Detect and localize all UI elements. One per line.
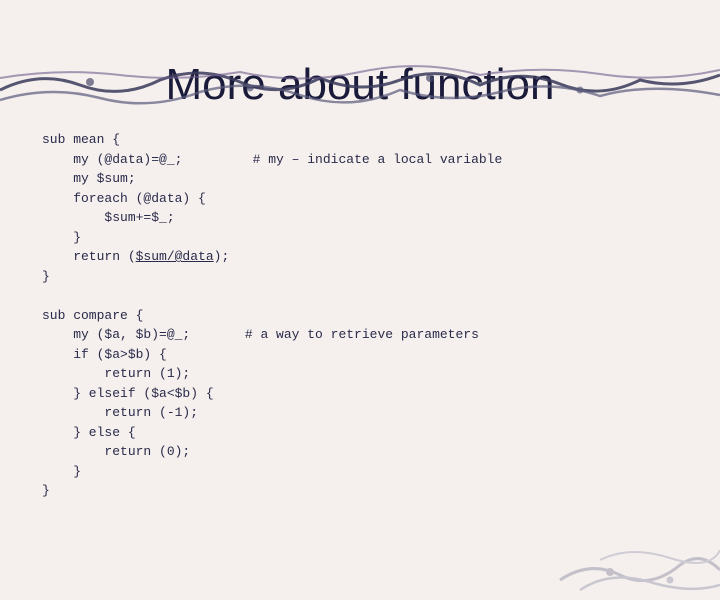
code-underlined: $sum/@data bbox=[136, 249, 214, 264]
top-swirl-decoration bbox=[0, 60, 720, 115]
code-line: return (-1); bbox=[42, 405, 198, 420]
code-line: return (0); bbox=[42, 444, 190, 459]
code-line: foreach (@data) { bbox=[42, 191, 206, 206]
code-line: $sum+=$_; bbox=[42, 210, 175, 225]
code-line: my (@data)=@_; bbox=[42, 152, 182, 167]
code-line: if ($a>$b) { bbox=[42, 347, 167, 362]
code-line: sub mean { bbox=[42, 132, 120, 147]
code-line: } bbox=[42, 483, 50, 498]
code-line: my ($a, $b)=@_; bbox=[42, 327, 190, 342]
code-line: } bbox=[42, 269, 50, 284]
code-line: sub compare { bbox=[42, 308, 143, 323]
code-block-mean: sub mean { my (@data)=@_; # my – indicat… bbox=[42, 130, 720, 501]
code-line: my $sum; bbox=[42, 171, 136, 186]
code-line: } elseif ($a<$b) { bbox=[42, 386, 214, 401]
corner-swirl-decoration bbox=[540, 490, 720, 600]
code-comment: # a way to retrieve parameters bbox=[190, 327, 479, 342]
code-line: return ( bbox=[42, 249, 136, 264]
code-line: } else { bbox=[42, 425, 136, 440]
code-line: return (1); bbox=[42, 366, 190, 381]
code-line: } bbox=[42, 464, 81, 479]
code-line: ); bbox=[214, 249, 230, 264]
code-comment: # my – indicate a local variable bbox=[182, 152, 502, 167]
code-line: } bbox=[42, 230, 81, 245]
